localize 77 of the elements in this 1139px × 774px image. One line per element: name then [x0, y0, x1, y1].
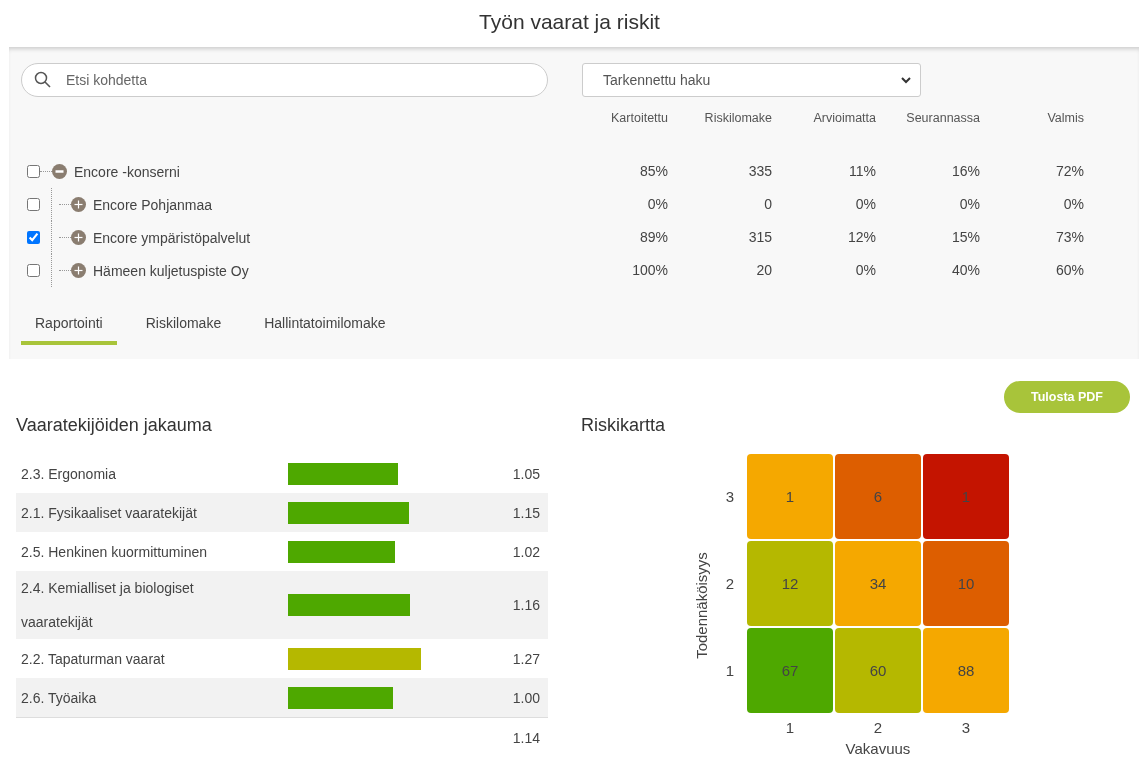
- collapse-icon[interactable]: [52, 164, 67, 179]
- table-cell-text: 89%: [638, 228, 668, 247]
- section-title: Vaaratekijöiden jakauma: [16, 415, 213, 436]
- filter-dropdown[interactable]: Tarkennettu haku: [582, 63, 921, 97]
- axis-tick-label: 1: [724, 661, 736, 681]
- tab[interactable]: Riskilomake: [131, 309, 236, 345]
- tree-item[interactable]: Encore Pohjanmaa: [93, 196, 213, 213]
- category-label: 2.4. Kemialliset ja biologiset vaaratekijät: [20, 579, 195, 632]
- section-title: Riskikartta: [581, 415, 666, 436]
- tree-item[interactable]: Encore ympäristöpalvelut: [93, 229, 251, 246]
- expand-icon[interactable]: [71, 230, 86, 245]
- tree-checkbox[interactable]: [27, 198, 40, 211]
- axis-tick-label: 3: [960, 718, 972, 736]
- table-cell-text: 60%: [1054, 261, 1084, 280]
- risk-cell: 34: [835, 541, 921, 626]
- table-cell-text: 85%: [638, 162, 668, 181]
- table-cell-text: 335: [747, 162, 772, 181]
- search-field[interactable]: Etsi kohdetta: [21, 63, 548, 97]
- table-cell-text: 11%: [848, 162, 876, 181]
- chevron-down-icon: [900, 76, 912, 84]
- category-label: 2.3. Ergonomia: [20, 464, 117, 484]
- risk-cell: 1: [747, 454, 833, 539]
- axis-tick-label: 2: [724, 574, 736, 594]
- tab[interactable]: Raportointi: [21, 309, 117, 345]
- tree-checkbox[interactable]: [27, 264, 40, 277]
- risk-cell: 67: [747, 628, 833, 713]
- table-cell-text: 12%: [846, 228, 876, 247]
- column-header: Kartoitettu: [610, 111, 668, 127]
- table-cell-text: 0%: [958, 195, 980, 214]
- axis-title: Todennäköisyys: [692, 552, 710, 659]
- table-cell-text: 20: [755, 261, 772, 280]
- value-label: 1.05: [511, 465, 541, 482]
- table-cell-text: 0: [763, 195, 772, 214]
- table-cell-text: 100%: [631, 261, 668, 280]
- axis-tick-label: 1: [784, 718, 796, 736]
- search-icon: [34, 71, 52, 89]
- tree-checkbox[interactable]: [27, 231, 40, 244]
- average-value: 1.14: [512, 730, 540, 746]
- category-label: 2.5. Henkinen kuormittuminen: [20, 542, 208, 562]
- table-cell-text: 0%: [854, 261, 876, 280]
- risk-cell: 60: [835, 628, 921, 713]
- tree-checkbox[interactable]: [27, 165, 40, 178]
- category-label: 2.2. Tapaturman vaarat: [20, 649, 166, 669]
- value-label: 1.16: [511, 597, 541, 613]
- column-header: Arvioimatta: [812, 111, 876, 127]
- value-label: 1.27: [511, 650, 541, 667]
- risk-cell: 6: [835, 454, 921, 539]
- value-label: 1.02: [511, 543, 541, 560]
- tab[interactable]: Hallintatoimilomake: [250, 309, 400, 345]
- column-header: Riskilomake: [703, 111, 772, 127]
- table-cell-text: 40%: [950, 261, 980, 280]
- table-cell-text: 15%: [950, 228, 980, 247]
- axis-tick-label: 2: [872, 718, 884, 736]
- category-label: 2.1. Fysikaaliset vaaratekijät: [20, 503, 198, 523]
- category-label: 2.6. Työaika: [20, 688, 98, 708]
- axis-title: Vakavuus: [845, 740, 911, 757]
- risk-cell: 10: [923, 541, 1009, 626]
- table-cell-text: 72%: [1054, 162, 1084, 181]
- column-header: Valmis: [1046, 111, 1084, 127]
- expand-icon[interactable]: [71, 197, 86, 212]
- table-cell-text: 0%: [1062, 195, 1084, 214]
- table-cell-text: 73%: [1054, 228, 1084, 247]
- table-cell-text: 0%: [854, 195, 876, 214]
- table-cell-text: 16%: [950, 162, 980, 181]
- page-title: Työn vaarat ja riskit: [478, 9, 661, 35]
- tree-item[interactable]: Hämeen kuljetuspiste Oy: [93, 262, 249, 279]
- expand-icon[interactable]: [71, 263, 86, 278]
- risk-cell: 1: [923, 454, 1009, 539]
- risk-cell: 12: [747, 541, 833, 626]
- value-label: 1.15: [511, 504, 541, 521]
- axis-tick-label: 3: [724, 487, 736, 507]
- risk-cell: 88: [923, 628, 1009, 713]
- column-header: Seurannassa: [905, 111, 980, 127]
- tree-item[interactable]: Encore -konserni: [74, 163, 180, 180]
- table-cell-text: 315: [747, 228, 772, 247]
- value-label: 1.00: [511, 689, 541, 706]
- table-cell-text: 0%: [646, 195, 668, 214]
